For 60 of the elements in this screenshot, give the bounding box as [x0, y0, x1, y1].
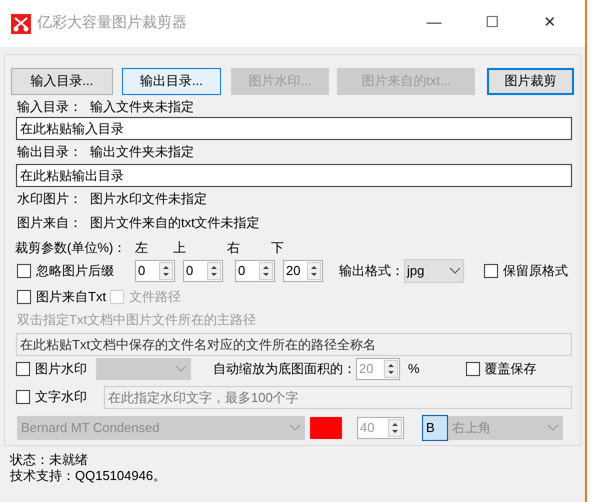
support-text: 技术支持：QQ15104946。	[9, 468, 168, 484]
checkbox-label: 忽略图片后缀	[36, 262, 114, 280]
dropdown-caret-icon	[449, 267, 461, 275]
column-label: 上	[173, 238, 187, 256]
number-spinner[interactable]: 20	[283, 260, 323, 282]
status-text: 状态：未就绪	[8, 452, 89, 468]
window-title: 亿彩大容量图片裁剪器	[37, 13, 187, 34]
unit-label: %	[408, 360, 420, 378]
number-spinner[interactable]: 0	[183, 260, 223, 282]
field-label: 输出格式：	[339, 262, 404, 280]
path-field[interactable]: 在此粘贴输入目录	[16, 117, 572, 140]
field-label: 自动缩放为底图面积的：	[213, 360, 356, 378]
bold-toggle[interactable]: B	[422, 415, 448, 441]
field-label: 输入目录：	[17, 98, 82, 116]
column-label: 左	[135, 238, 149, 256]
close-button[interactable]: ✕	[527, 8, 573, 38]
spin-arrows-icon[interactable]	[384, 360, 398, 378]
hint-text: 双击指定Txt文档中图片文件所在的主路径	[16, 311, 258, 330]
minimize-button[interactable]: —	[411, 8, 457, 38]
field-label: 图片来自：	[17, 214, 82, 232]
checkbox[interactable]	[466, 362, 480, 376]
status-text: 输入文件夹未指定	[90, 98, 194, 116]
format-dropdown[interactable]: jpg	[404, 259, 464, 283]
watermark-text-field[interactable]: 在此指定水印文字，最多100个字	[104, 386, 572, 408]
status-text: 输出文件夹未指定	[90, 143, 194, 162]
number-spinner[interactable]: 0	[135, 260, 175, 282]
scissors-icon	[11, 14, 31, 34]
status-text: 图片水印文件未指定	[90, 190, 207, 208]
color-swatch[interactable]	[310, 417, 342, 439]
spin-arrows-icon[interactable]	[388, 419, 402, 437]
path-field[interactable]: 在此粘贴输出目录	[16, 164, 572, 187]
checkbox-label: 覆盖保存	[484, 360, 537, 378]
checkbox[interactable]	[484, 264, 498, 278]
spin-arrows-icon[interactable]	[307, 262, 321, 280]
checkbox-label: 文字水印	[35, 388, 87, 406]
checkbox-label: 文件路径	[129, 288, 182, 306]
toolbar-button[interactable]: 输出目录...	[122, 68, 222, 94]
checkbox[interactable]	[16, 390, 30, 404]
checkbox[interactable]	[17, 290, 31, 304]
field-label: 裁剪参数(单位%)：	[15, 238, 128, 257]
column-label: 右	[227, 238, 241, 256]
checkbox-label: 图片来自Txt	[36, 288, 106, 306]
spin-arrows-icon[interactable]	[259, 262, 273, 280]
spin-arrows-icon[interactable]	[159, 262, 173, 280]
dropdown-caret-icon	[289, 424, 301, 432]
spin-arrows-icon[interactable]	[207, 262, 221, 280]
toolbar-button[interactable]: 输入目录...	[11, 68, 113, 94]
checkbox-label: 图片水印	[35, 360, 87, 378]
checkbox[interactable]	[17, 264, 31, 278]
checkbox-label: 保留原格式	[503, 262, 568, 280]
maximize-button[interactable]: ☐	[469, 8, 515, 38]
field-label: 水印图片：	[17, 190, 82, 208]
number-spinner[interactable]: 0	[235, 260, 275, 282]
status-text: 图片文件来自的txt文件未指定	[90, 214, 260, 232]
dropdown-caret-icon	[175, 365, 187, 373]
dropdown-caret-icon	[547, 424, 559, 432]
toolbar-button[interactable]: 图片裁剪	[487, 68, 574, 94]
column-label: 下	[271, 238, 285, 256]
checkbox[interactable]	[16, 362, 30, 376]
field-label: 输出目录：	[17, 143, 82, 162]
